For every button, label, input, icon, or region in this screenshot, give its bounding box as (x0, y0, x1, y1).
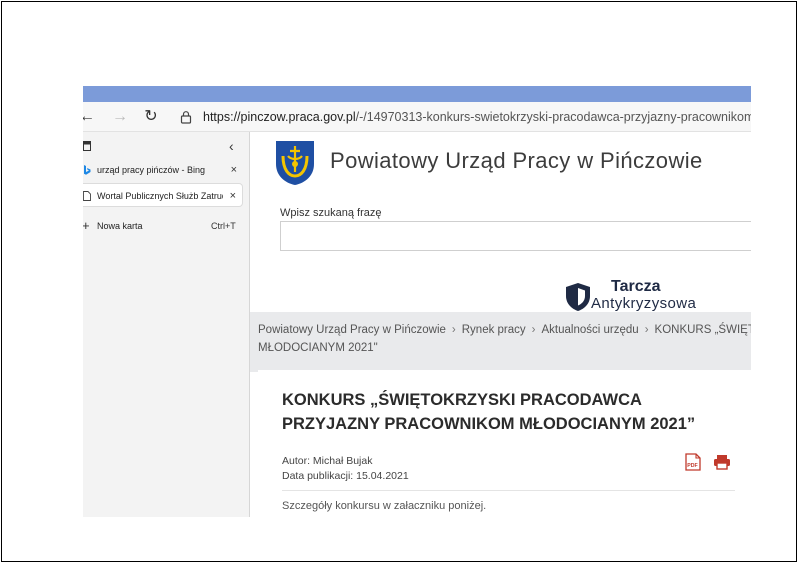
lock-icon[interactable] (179, 110, 193, 124)
shield-icon (566, 283, 590, 311)
breadcrumb: Powiatowy Urząd Pracy w Pińczowie › Rynek … (250, 312, 751, 372)
breadcrumb-current-continuation: MŁODOCIANYM 2021" (258, 342, 378, 354)
print-icon[interactable] (713, 454, 731, 470)
tab-label: urząd pracy pińczów - Bing (97, 165, 206, 175)
tab-label: Wortal Publicznych Służb Zatrudr (97, 191, 223, 201)
banner-line1: Tarcza (611, 278, 661, 295)
address-bar[interactable]: https://pinczow.praca.gov.pl/-/14970313-… (203, 108, 751, 126)
close-tab-icon[interactable]: × (231, 158, 237, 182)
article-meta: Autor: Michał Bujak Data publikacji: 15.… (282, 454, 409, 484)
breadcrumb-item-rynek-pracy[interactable]: Rynek pracy (462, 324, 526, 336)
sidebar-header: ‹ (83, 138, 250, 156)
back-arrow-icon[interactable]: ← (83, 107, 97, 127)
web-page: Powiatowy Urząd Pracy w Pińczowie Wpisz … (250, 132, 751, 517)
forward-arrow-icon[interactable]: → (110, 107, 130, 127)
close-tab-icon[interactable]: × (230, 184, 236, 206)
window-top-strip (83, 86, 751, 102)
breadcrumb-separator: › (451, 324, 456, 336)
refresh-icon[interactable]: ↻ (141, 107, 161, 127)
new-tab-shortcut: Ctrl+T (211, 221, 236, 231)
search-label: Wpisz szukaną frazę (280, 207, 382, 219)
breadcrumb-item-current: KONKURS „ŚWIĘTOK (654, 324, 751, 336)
bing-icon (84, 165, 91, 175)
breadcrumb-item-aktualnosci[interactable]: Aktualności urzędu (542, 324, 639, 336)
page-icon (83, 191, 91, 201)
breadcrumb-item-home[interactable]: Powiatowy Urząd Pracy w Pińczowie (258, 324, 446, 336)
breadcrumb-separator: › (644, 324, 649, 336)
collapse-sidebar-icon[interactable]: ‹ (229, 138, 234, 154)
article-card: KONKURS „ŚWIĘTOKRZYSKI PRACODAWCA PRZYJA… (258, 370, 751, 517)
search-input[interactable] (280, 221, 751, 251)
coat-of-arms-logo[interactable] (275, 140, 315, 186)
vertical-tabs-sidebar: ‹ urząd pracy pińczów - Bing × Wortal Pu… (83, 132, 250, 517)
browser-screenshot: ← → ↻ https://pinczow.praca.gov.pl/-/149… (83, 86, 751, 517)
new-tab-label: Nowa karta (97, 221, 143, 231)
article-date: Data publikacji: 15.04.2021 (282, 470, 409, 482)
article-title: KONKURS „ŚWIĘTOKRZYSKI PRACODAWCA PRZYJA… (282, 391, 696, 433)
article-author: Autor: Michał Bujak (282, 455, 373, 467)
url-path: /-/14970313-konkurs-swietokrzyski-pracod… (355, 110, 751, 124)
tarcza-antykryzysowa-banner[interactable]: Tarcza Antykryzysowa (565, 278, 725, 316)
sidebar-tab-wortal[interactable]: Wortal Publicznych Służb Zatrudr × (83, 183, 243, 207)
article-body: Szczegóły konkursu w załaczniku poniżej. (282, 500, 487, 512)
divider (282, 490, 735, 491)
pdf-icon[interactable]: PDF (685, 453, 701, 471)
banner-line2: Antykryzysowa (591, 295, 697, 312)
pdf-icon-label: PDF (687, 463, 697, 469)
breadcrumb-separator: › (531, 324, 536, 336)
url-host: https://pinczow.praca.gov.pl (203, 110, 356, 124)
sidebar-tab-bing[interactable]: urząd pracy pińczów - Bing × (83, 158, 243, 182)
browser-toolbar: ← → ↻ https://pinczow.praca.gov.pl/-/149… (83, 102, 751, 132)
plus-icon: + (83, 214, 90, 238)
site-title[interactable]: Powiatowy Urząd Pracy w Pińczowie (330, 148, 703, 174)
new-tab-button[interactable]: + Nowa karta Ctrl+T (83, 214, 243, 238)
outer-frame: ← → ↻ https://pinczow.praca.gov.pl/-/149… (1, 1, 797, 562)
tab-actions-icon[interactable] (83, 141, 92, 152)
